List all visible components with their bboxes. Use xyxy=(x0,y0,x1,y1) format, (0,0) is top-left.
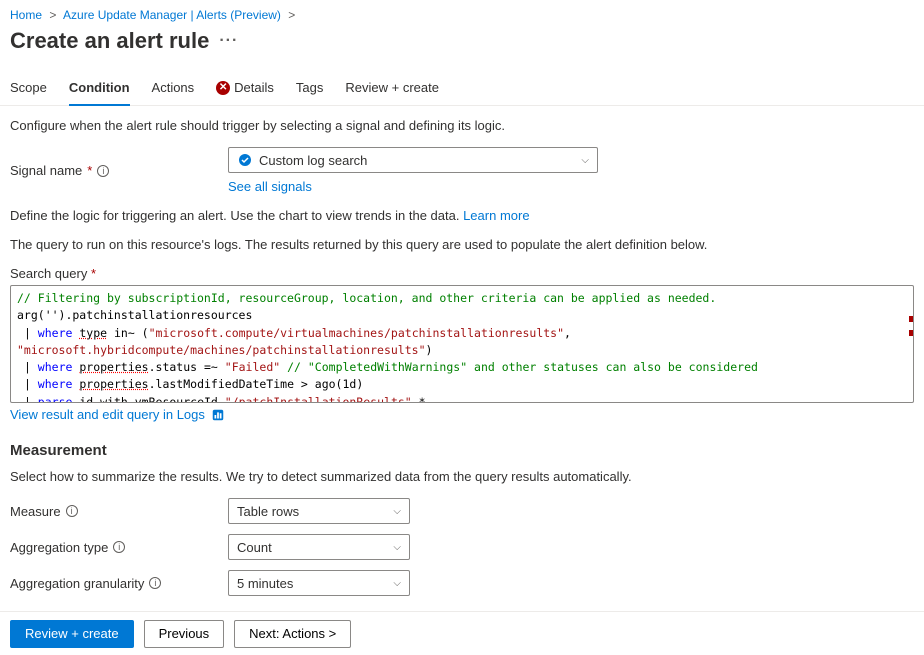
next-button[interactable]: Next: Actions > xyxy=(234,620,351,648)
chevron-down-icon: ⌵ xyxy=(393,578,401,589)
aggregation-granularity-select[interactable]: 5 minutes ⌵ xyxy=(228,570,410,596)
measurement-header: Measurement xyxy=(10,442,914,459)
aggregation-type-label: Aggregation type i xyxy=(10,540,228,555)
code-line: | where properties.status =~ "Failed" //… xyxy=(17,359,907,376)
measure-select[interactable]: Table rows ⌵ xyxy=(228,498,410,524)
tab-tags[interactable]: Tags xyxy=(296,72,323,105)
more-actions-button[interactable]: ··· xyxy=(219,32,238,50)
tab-details[interactable]: ✕ Details xyxy=(216,72,274,105)
breadcrumb: Home > Azure Update Manager | Alerts (Pr… xyxy=(0,0,924,26)
measure-label: Measure i xyxy=(10,504,228,519)
chevron-down-icon: ⌵ xyxy=(393,506,401,517)
info-icon[interactable]: i xyxy=(113,541,125,553)
content-area: Configure when the alert rule should tri… xyxy=(0,106,924,616)
wizard-footer: Review + create Previous Next: Actions > xyxy=(0,611,924,655)
chevron-down-icon: ⌵ xyxy=(393,542,401,553)
chevron-right-icon: > xyxy=(49,8,56,22)
page-title: Create an alert rule xyxy=(10,28,209,54)
info-icon[interactable]: i xyxy=(66,505,78,517)
tab-actions[interactable]: Actions xyxy=(152,72,195,105)
see-all-signals-link[interactable]: See all signals xyxy=(228,179,312,194)
tab-review-create[interactable]: Review + create xyxy=(345,72,439,105)
tab-condition[interactable]: Condition xyxy=(69,72,130,105)
log-analytics-icon xyxy=(211,408,225,422)
chevron-right-icon: > xyxy=(288,8,295,22)
log-analytics-icon xyxy=(237,152,253,168)
learn-more-link[interactable]: Learn more xyxy=(463,208,529,223)
info-icon[interactable]: i xyxy=(149,577,161,589)
signal-name-label: Signal name * i xyxy=(10,163,228,178)
breadcrumb-home[interactable]: Home xyxy=(10,8,42,22)
required-indicator: * xyxy=(87,163,92,178)
query-description: The query to run on this resource's logs… xyxy=(10,237,914,252)
chevron-down-icon: ⌵ xyxy=(581,155,589,166)
required-indicator: * xyxy=(91,266,96,281)
error-marker xyxy=(909,330,913,336)
view-in-logs-link[interactable]: View result and edit query in Logs xyxy=(10,407,205,422)
code-line: | parse id with vmResourceId "/patchInst… xyxy=(17,394,907,404)
measurement-desc: Select how to summarize the results. We … xyxy=(10,469,914,484)
info-icon[interactable]: i xyxy=(97,165,109,177)
code-line: arg('').patchinstallationresources xyxy=(17,307,907,324)
tab-strip: Scope Condition Actions ✕ Details Tags R… xyxy=(0,72,924,106)
signal-name-select[interactable]: Custom log search ⌵ xyxy=(228,147,598,173)
previous-button[interactable]: Previous xyxy=(144,620,225,648)
condition-intro: Configure when the alert rule should tri… xyxy=(10,118,914,133)
page-title-row: Create an alert rule ··· xyxy=(0,26,924,72)
breadcrumb-parent[interactable]: Azure Update Manager | Alerts (Preview) xyxy=(63,8,281,22)
search-query-label: Search query * xyxy=(10,266,914,281)
search-query-editor[interactable]: // Filtering by subscriptionId, resource… xyxy=(10,285,914,403)
error-icon: ✕ xyxy=(216,81,230,95)
aggregation-granularity-label: Aggregation granularity i xyxy=(10,576,228,591)
aggregation-type-select[interactable]: Count ⌵ xyxy=(228,534,410,560)
review-create-button[interactable]: Review + create xyxy=(10,620,134,648)
error-marker xyxy=(909,316,913,322)
code-line: // Filtering by subscriptionId, resource… xyxy=(17,290,907,307)
logic-intro: Define the logic for triggering an alert… xyxy=(10,208,914,223)
tab-scope[interactable]: Scope xyxy=(10,72,47,105)
code-line: | where type in~ ("microsoft.compute/vir… xyxy=(17,325,907,360)
code-line: | where properties.lastModifiedDateTime … xyxy=(17,376,907,393)
